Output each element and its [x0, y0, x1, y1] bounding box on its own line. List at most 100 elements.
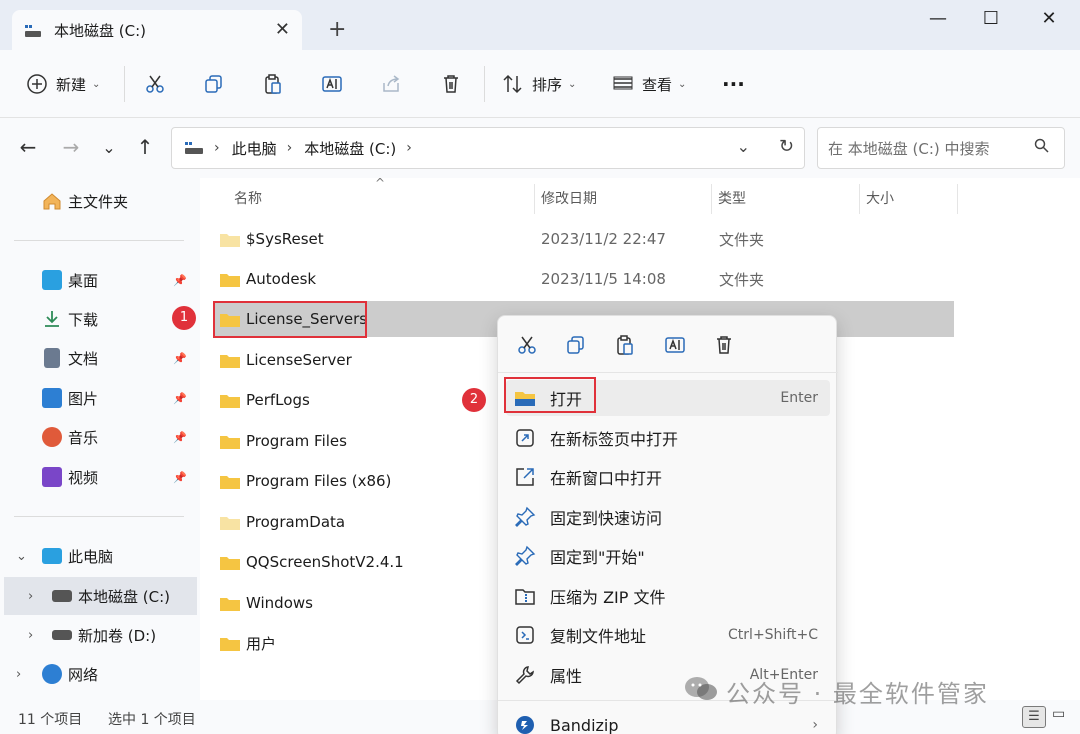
column-divider — [859, 184, 860, 214]
chevron-right-icon[interactable]: › — [28, 589, 33, 604]
sidebar-item-downloads[interactable]: 下载 — [0, 300, 193, 338]
breadcrumb-local-disk-c[interactable]: 本地磁盘 (C:) — [304, 138, 396, 159]
rename-icon[interactable] — [664, 334, 686, 356]
column-header-date[interactable]: 修改日期 — [541, 188, 597, 208]
folder-icon — [220, 353, 240, 368]
menu-item-pin-quick-access[interactable]: 固定到快速访问 — [506, 499, 830, 535]
watermark-text: 公众号 · 最全软件管家 — [726, 680, 989, 708]
menu-item-label: 固定到快速访问 — [550, 509, 663, 528]
menu-item-open-new-tab[interactable]: 在新标签页中打开 — [506, 420, 830, 456]
pin-icon[interactable]: 📌 — [173, 392, 187, 405]
chevron-right-icon[interactable]: › — [16, 667, 21, 682]
tiles-view-icon[interactable]: ▭ — [1052, 706, 1065, 722]
submenu-chevron-icon: › — [812, 717, 818, 733]
column-header-type[interactable]: 类型 — [718, 188, 746, 208]
menu-item-bandizip[interactable]: Bandizip › — [506, 707, 830, 734]
sidebar-item-desktop[interactable]: 桌面 📌 — [0, 261, 193, 299]
search-input[interactable]: 在 本地磁盘 (C:) 中搜索 — [817, 127, 1065, 169]
close-window-button[interactable]: ✕ — [1029, 8, 1069, 29]
pin-icon[interactable]: 📌 — [173, 274, 187, 287]
sidebar-item-this-pc[interactable]: ⌄ 此电脑 — [0, 537, 193, 575]
column-header-size[interactable]: 大小 — [866, 188, 894, 208]
pin-icon[interactable]: 📌 — [173, 471, 187, 484]
pin-icon[interactable]: 📌 — [173, 431, 187, 444]
table-row[interactable]: $SysReset 2023/11/2 22:47 文件夹 — [214, 221, 954, 257]
column-header-name[interactable]: 名称 — [234, 188, 262, 208]
copy-path-icon — [514, 624, 536, 646]
sidebar-item-home[interactable]: 主文件夹 — [0, 182, 193, 220]
tab-close-icon[interactable]: ✕ — [275, 19, 290, 40]
menu-item-copy-path[interactable]: 复制文件地址 Ctrl+Shift+C — [506, 617, 830, 653]
view-list-icon — [612, 73, 634, 95]
rename-icon — [321, 73, 343, 95]
delete-button[interactable] — [440, 70, 462, 98]
menu-item-compress-zip[interactable]: 压缩为 ZIP 文件 — [506, 578, 830, 614]
paste-button[interactable] — [262, 70, 284, 98]
toolbar-divider — [484, 66, 485, 102]
new-window-icon — [514, 466, 536, 488]
drive-icon — [52, 590, 72, 602]
tab-local-disk-c[interactable]: 本地磁盘 (C:) ✕ — [12, 10, 302, 50]
sidebar-item-label: 视频 — [68, 468, 99, 487]
drive-icon — [24, 24, 42, 37]
share-icon — [380, 73, 402, 95]
breadcrumb-this-pc[interactable]: 此电脑 — [232, 138, 277, 159]
new-button[interactable]: 新建 ⌄ — [26, 70, 100, 98]
sidebar-item-music[interactable]: 音乐 📌 — [0, 418, 193, 456]
maximize-button[interactable]: ☐ — [971, 8, 1011, 29]
column-divider — [534, 184, 535, 214]
table-row[interactable]: Autodesk 2023/11/5 14:08 文件夹 — [214, 261, 954, 297]
sidebar-item-network[interactable]: › 网络 — [0, 655, 193, 693]
trash-icon[interactable] — [713, 334, 735, 356]
sort-button[interactable]: 排序 ⌄ — [502, 70, 576, 98]
folder-icon — [220, 555, 240, 570]
sidebar-item-pictures[interactable]: 图片 📌 — [0, 379, 193, 417]
drive-icon — [184, 141, 204, 155]
sidebar-item-label: 图片 — [68, 389, 99, 408]
folder-icon — [220, 232, 240, 247]
file-name: Windows — [246, 594, 313, 612]
share-button[interactable] — [380, 70, 402, 98]
zip-icon — [514, 585, 536, 607]
more-options-button[interactable]: ··· — [722, 70, 745, 98]
file-name: PerfLogs — [246, 391, 310, 409]
cut-button[interactable] — [144, 70, 166, 98]
pin-icon[interactable]: 📌 — [173, 352, 187, 365]
new-tab-button[interactable]: + — [328, 18, 346, 42]
address-dropdown-chevron-icon[interactable]: ⌄ — [737, 137, 750, 156]
file-name: Autodesk — [246, 270, 317, 288]
scissors-icon[interactable] — [516, 334, 538, 356]
sidebar-item-drive-d[interactable]: › 新加卷 (D:) — [0, 616, 193, 654]
chevron-down-icon[interactable]: ⌄ — [16, 549, 27, 564]
address-bar[interactable]: › 此电脑 › 本地磁盘 (C:) › ⌄ ↻ — [171, 127, 805, 169]
back-arrow-icon[interactable]: ← — [16, 135, 40, 159]
file-name: ProgramData — [246, 513, 346, 531]
search-icon — [1034, 138, 1050, 158]
sidebar-item-label: 桌面 — [68, 271, 99, 290]
column-divider — [957, 184, 958, 214]
minimize-button[interactable]: — — [918, 8, 958, 29]
file-type: 文件夹 — [719, 270, 765, 289]
chevron-right-icon[interactable]: › — [28, 628, 33, 643]
up-arrow-icon[interactable]: ↑ — [133, 135, 157, 159]
rename-button[interactable] — [321, 70, 343, 98]
clipboard-icon — [262, 73, 284, 95]
sidebar-item-documents[interactable]: 文档 📌 — [0, 339, 193, 377]
sidebar-item-videos[interactable]: 视频 📌 — [0, 458, 193, 496]
forward-arrow-icon[interactable]: → — [59, 135, 83, 159]
sidebar-item-local-disk-c[interactable]: › 本地磁盘 (C:) — [4, 577, 197, 615]
menu-item-label: 复制文件地址 — [550, 627, 647, 646]
clipboard-icon[interactable] — [614, 334, 636, 356]
pin-start-icon — [514, 545, 536, 567]
command-bar: 新建 ⌄ 排序 ⌄ 查看 ⌄ ··· — [0, 50, 1080, 118]
refresh-icon[interactable]: ↻ — [779, 136, 794, 157]
recent-locations-chevron-icon[interactable]: ⌄ — [97, 138, 121, 157]
copy-button[interactable] — [203, 70, 225, 98]
menu-item-open-new-window[interactable]: 在新窗口中打开 — [506, 459, 830, 495]
details-view-icon[interactable]: ☰ — [1022, 706, 1046, 728]
view-button[interactable]: 查看 ⌄ — [612, 70, 686, 98]
menu-item-pin-start[interactable]: 固定到"开始" — [506, 538, 830, 574]
copy-icon[interactable] — [565, 334, 587, 356]
copy-icon — [203, 73, 225, 95]
video-icon — [42, 467, 62, 487]
